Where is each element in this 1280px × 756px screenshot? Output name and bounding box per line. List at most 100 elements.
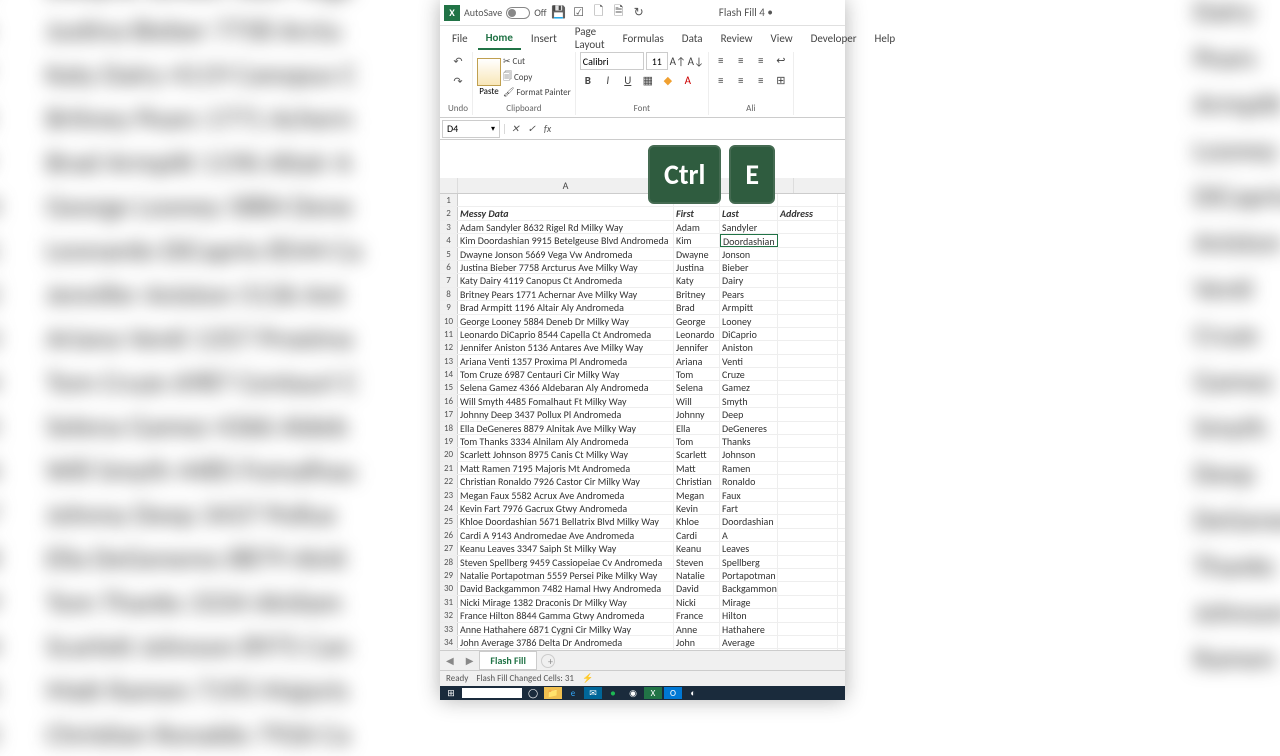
autosave-toggle[interactable] [506, 7, 530, 19]
cell-address[interactable] [778, 623, 838, 635]
cell-messy[interactable]: Brad Armpitt 1196 Altair Aly Andromeda [458, 301, 674, 313]
spreadsheet-grid[interactable]: 12Messy DataFirstLastAddress3Adam Sandyl… [440, 194, 845, 663]
table-row[interactable]: 23Megan Faux 5582 Acrux Ave AndromedaMeg… [440, 489, 845, 502]
cell-last[interactable]: Bieber [720, 261, 778, 273]
cell-last[interactable]: Pears [720, 288, 778, 300]
cell-messy[interactable]: Selena Gamez 4366 Aldebaran Aly Andromed… [458, 381, 674, 393]
cell-address[interactable] [778, 301, 838, 313]
table-row[interactable]: 30David Backgammon 7482 Hamal Hwy Androm… [440, 582, 845, 595]
cell-messy[interactable]: Khloe Doordashian 5671 Bellatrix Blvd Mi… [458, 515, 674, 527]
table-row[interactable]: 10George Looney 5884 Deneb Dr Milky WayG… [440, 315, 845, 328]
row-header[interactable]: 14 [440, 368, 458, 380]
spotify-icon[interactable]: ● [604, 687, 622, 699]
save-icon[interactable]: 💾 [551, 5, 567, 21]
enter-formula-icon[interactable]: ✓ [523, 122, 539, 135]
ribbon-tab-developer[interactable]: Developer [803, 28, 865, 49]
row-header[interactable]: 2 [440, 207, 458, 219]
cell-messy[interactable]: Leonardo DiCaprio 8544 Capella Ct Androm… [458, 328, 674, 340]
cell-messy[interactable]: Cardi A 9143 Andromedae Ave Andromeda [458, 529, 674, 541]
cell-last[interactable]: Venti [720, 355, 778, 367]
table-row[interactable]: 22Christian Ronaldo 7926 Castor Cir Milk… [440, 475, 845, 488]
cell-first[interactable]: First [674, 207, 720, 219]
table-row[interactable]: 5Dwayne Jonson 5669 Vega Vw AndromedaDwa… [440, 248, 845, 261]
cell-address[interactable] [778, 261, 838, 273]
add-sheet-button[interactable]: + [541, 654, 555, 668]
cell-address[interactable] [778, 274, 838, 286]
border-button[interactable]: ▦ [640, 72, 656, 88]
cell-first[interactable]: David [674, 582, 720, 594]
table-row[interactable]: 16Will Smyth 4485 Fomalhaut Ft Milky Way… [440, 395, 845, 408]
cell-messy[interactable]: Tom Thanks 3334 Alnilam Aly Andromeda [458, 435, 674, 447]
select-all-cell[interactable] [440, 178, 458, 193]
row-header[interactable]: 13 [440, 355, 458, 367]
align-right-icon[interactable]: ≡ [753, 72, 769, 88]
copy-button[interactable]: 🗐 Copy [503, 68, 571, 86]
cell-address[interactable] [778, 435, 838, 447]
cell-first[interactable]: Tom [674, 368, 720, 380]
ribbon-tab-file[interactable]: File [444, 28, 476, 49]
redo-button[interactable]: ↷ [449, 72, 467, 90]
cell-address[interactable] [778, 341, 838, 353]
align-middle-icon[interactable]: ≡ [733, 52, 749, 68]
cell-messy[interactable]: Ariana Venti 1357 Proxima Pl Andromeda [458, 355, 674, 367]
table-row[interactable]: 31Nicki Mirage 1382 Draconis Dr Milky Wa… [440, 596, 845, 609]
cell-address[interactable] [778, 234, 838, 246]
row-header[interactable]: 22 [440, 475, 458, 487]
cell-last[interactable]: DeGeneres [720, 422, 778, 434]
mail-icon[interactable]: ✉ [584, 687, 602, 699]
row-header[interactable]: 23 [440, 489, 458, 501]
table-row[interactable]: 25Khloe Doordashian 5671 Bellatrix Blvd … [440, 515, 845, 528]
undo-button[interactable]: ↶ [449, 52, 467, 70]
table-row[interactable]: 32France Hilton 8844 Gamma Gtwy Andromed… [440, 609, 845, 622]
table-row[interactable]: 33Anne Hathahere 6871 Cygni Cir Milky Wa… [440, 623, 845, 636]
cell-last[interactable]: Cruze [720, 368, 778, 380]
cell-last[interactable]: Mirage [720, 596, 778, 608]
task-view-icon[interactable]: ◯ [524, 687, 542, 699]
name-box[interactable]: D4▾ [442, 120, 500, 138]
cut-button[interactable]: ✂ Cut [503, 55, 571, 68]
cell-first[interactable]: Selena [674, 381, 720, 393]
cell-messy[interactable]: Adam Sandyler 8632 Rigel Rd Milky Way [458, 221, 674, 233]
fill-color-button[interactable]: ◆ [660, 72, 676, 88]
table-row[interactable]: 3Adam Sandyler 8632 Rigel Rd Milky WayAd… [440, 221, 845, 234]
row-header[interactable]: 30 [440, 582, 458, 594]
ribbon-tab-view[interactable]: View [763, 28, 801, 49]
cell-address[interactable] [778, 288, 838, 300]
cell-first[interactable]: Nicki [674, 596, 720, 608]
table-row[interactable]: 2Messy DataFirstLastAddress [440, 207, 845, 220]
cell-first[interactable]: Christian [674, 475, 720, 487]
cell-first[interactable]: Jennifer [674, 341, 720, 353]
row-header[interactable]: 16 [440, 395, 458, 407]
cell-last[interactable]: Ramen [720, 462, 778, 474]
cell-messy[interactable]: Tom Cruze 6987 Centauri Cir Milky Way [458, 368, 674, 380]
taskbar-search[interactable] [462, 688, 522, 698]
cell-messy[interactable]: David Backgammon 7482 Hamal Hwy Andromed… [458, 582, 674, 594]
cell-messy[interactable]: France Hilton 8844 Gamma Gtwy Andromeda [458, 609, 674, 621]
edge-icon[interactable]: e [564, 687, 582, 699]
cell-messy[interactable]: Messy Data [458, 207, 674, 219]
cell-last[interactable]: A [720, 529, 778, 541]
cell-last[interactable]: Doordashian⚡ [720, 234, 778, 246]
table-row[interactable]: 18Ella DeGeneres 8879 Alnitak Ave Milky … [440, 422, 845, 435]
row-header[interactable]: 20 [440, 448, 458, 460]
cell-last[interactable]: Portapotman [720, 569, 778, 581]
table-row[interactable]: 27Keanu Leaves 3347 Saiph St Milky WayKe… [440, 542, 845, 555]
cell-address[interactable] [778, 582, 838, 594]
cell-address[interactable] [778, 355, 838, 367]
cell-first[interactable]: George [674, 315, 720, 327]
table-row[interactable]: 6Justina Bieber 7758 Arcturus Ave Milky … [440, 261, 845, 274]
cell-address[interactable] [778, 422, 838, 434]
cell-first[interactable]: Megan [674, 489, 720, 501]
cell-first[interactable]: Britney [674, 288, 720, 300]
table-row[interactable]: 17Johnny Deep 3437 Pollux Pl AndromedaJo… [440, 408, 845, 421]
cell-messy[interactable]: Matt Ramen 7195 Majoris Mt Andromeda [458, 462, 674, 474]
row-header[interactable]: 26 [440, 529, 458, 541]
cell-last[interactable]: Ronaldo [720, 475, 778, 487]
cell-first[interactable]: Brad [674, 301, 720, 313]
align-left-icon[interactable]: ≡ [713, 72, 729, 88]
cell-messy[interactable]: Scarlett Johnson 8975 Canis Ct Milky Way [458, 448, 674, 460]
ribbon-tab-data[interactable]: Data [674, 28, 711, 49]
cell-address[interactable] [778, 475, 838, 487]
cell-address[interactable] [778, 368, 838, 380]
table-row[interactable]: 1 [440, 194, 845, 207]
